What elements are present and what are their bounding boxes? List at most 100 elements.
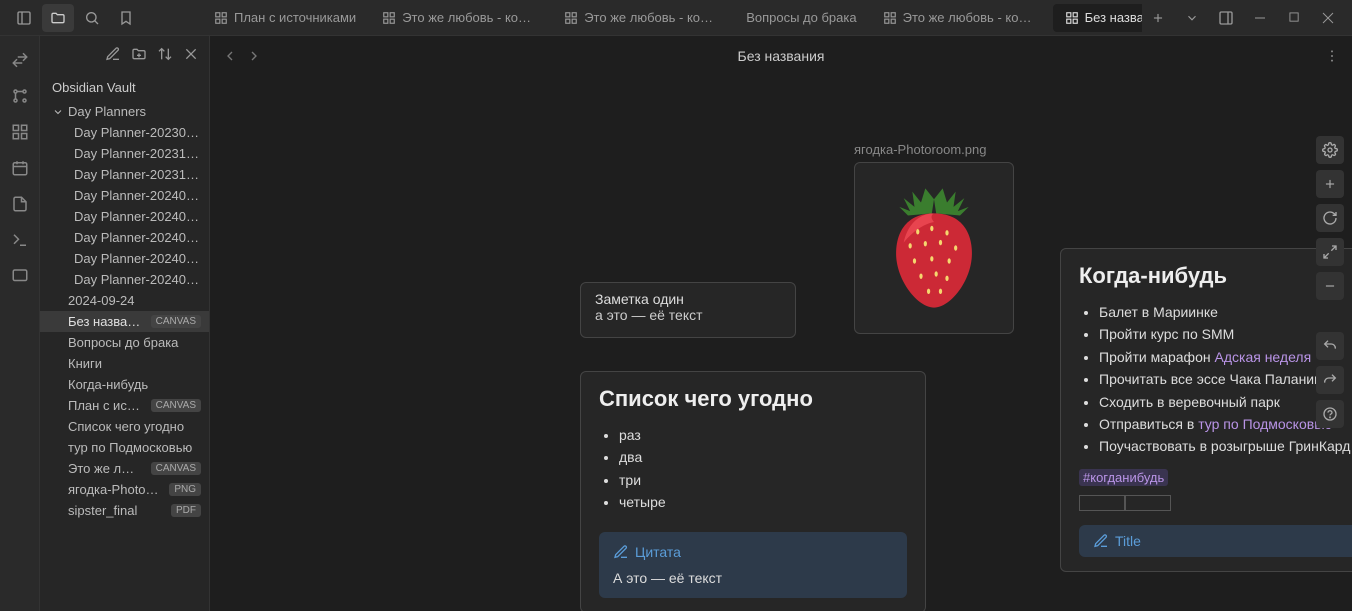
tab[interactable]: Это же любовь - консп… xyxy=(552,4,732,32)
bookmark-icon[interactable] xyxy=(110,4,142,32)
file-item[interactable]: Day Planner-202309… xyxy=(40,122,209,143)
file-item[interactable]: ягодка-PhotoroomPNG xyxy=(40,479,209,500)
file-item[interactable]: Список чего угодно xyxy=(40,416,209,437)
vault-name[interactable]: Obsidian Vault xyxy=(40,74,209,101)
list-card-title: Список чего угодно xyxy=(599,386,907,412)
image-card[interactable] xyxy=(854,162,1014,334)
tab-label: Вопросы до брака xyxy=(746,10,856,25)
list-item: раз xyxy=(619,424,907,446)
tab[interactable]: Это же любовь - консп… xyxy=(370,4,550,32)
file-item[interactable]: Day Planner-202409… xyxy=(40,248,209,269)
someday-card[interactable]: Когда-нибудь Когда-нибудь Балет в Мариин… xyxy=(1060,248,1352,572)
tab-label: Без названия xyxy=(1085,10,1142,25)
tag[interactable]: #когданибудь xyxy=(1079,469,1168,486)
graph-icon[interactable] xyxy=(4,80,36,112)
left-panel-toggle-icon[interactable] xyxy=(8,4,40,32)
mini-table xyxy=(1079,495,1352,511)
image-card-label: ягодка-Photoroom.png xyxy=(854,142,986,157)
tab-label: Это же любовь - консп… xyxy=(584,10,720,25)
tab-label: Это же любовь - консп… xyxy=(903,10,1039,25)
new-folder-icon[interactable] xyxy=(131,46,149,64)
list-card[interactable]: Список чего угодно Список чего угодно ра… xyxy=(580,371,926,611)
internal-link[interactable]: Адская неделя xyxy=(1215,349,1312,365)
file-item[interactable]: Вопросы до брака xyxy=(40,332,209,353)
file-badge: CANVAS xyxy=(151,399,201,412)
folder-item[interactable]: Day Planners xyxy=(40,101,209,122)
note-line2: а это — её текст xyxy=(595,307,781,323)
maximize-icon[interactable] xyxy=(1278,4,1310,32)
fit-icon[interactable] xyxy=(1316,238,1344,266)
new-note-icon[interactable] xyxy=(105,46,123,64)
file-item[interactable]: Когда-нибудь xyxy=(40,374,209,395)
zoom-in-icon[interactable] xyxy=(1316,170,1344,198)
file-item[interactable]: sipster_finalPDF xyxy=(40,500,209,521)
tab-label: План с источниками xyxy=(234,10,356,25)
file-item[interactable]: Day Planner-202401… xyxy=(40,206,209,227)
pencil-icon xyxy=(1093,533,1109,549)
list-item: Отправиться в тур по Подмосковью xyxy=(1099,413,1352,435)
file-item[interactable]: тур по Подмосковью xyxy=(40,437,209,458)
list-item: три xyxy=(619,469,907,491)
minimize-icon[interactable] xyxy=(1244,4,1276,32)
chevron-down-icon[interactable] xyxy=(1176,4,1208,32)
right-panel-toggle-icon[interactable] xyxy=(1210,4,1242,32)
quick-switcher-icon[interactable] xyxy=(4,44,36,76)
title-callout: Title xyxy=(1079,525,1352,557)
page-title: Без названия xyxy=(738,48,825,64)
file-item[interactable]: 2024-09-24 xyxy=(40,290,209,311)
close-window-icon[interactable] xyxy=(1312,4,1344,32)
file-item[interactable]: План с источ…CANVAS xyxy=(40,395,209,416)
canvas-icon[interactable] xyxy=(4,116,36,148)
list-item: Пройти марафон Адская неделя xyxy=(1099,346,1352,368)
list-item: Прочитать все эссе Чака Паланика xyxy=(1099,368,1352,390)
file-item[interactable]: Это же любо…CANVAS xyxy=(40,458,209,479)
tab[interactable]: Это же любовь - консп… xyxy=(871,4,1051,32)
canvas-icon xyxy=(564,11,578,25)
file-item[interactable]: Day Planner-202404… xyxy=(40,227,209,248)
file-item[interactable]: Без названияCANVAS xyxy=(40,311,209,332)
file-badge: CANVAS xyxy=(151,462,201,475)
quote-callout: Цитата А это — её текст xyxy=(599,532,907,598)
templates-icon[interactable] xyxy=(4,188,36,220)
internal-link[interactable]: тур по Подмосковью xyxy=(1198,416,1332,432)
canvas-icon xyxy=(214,11,228,25)
file-item[interactable]: Day Planner-202310… xyxy=(40,143,209,164)
canvas-icon xyxy=(1065,11,1079,25)
pencil-icon xyxy=(613,544,629,560)
file-item[interactable]: Книги xyxy=(40,353,209,374)
more-icon[interactable] xyxy=(1324,48,1340,64)
tab[interactable]: Без названия xyxy=(1053,4,1142,32)
note-card[interactable]: Заметка один а это — её текст xyxy=(580,282,796,338)
sort-icon[interactable] xyxy=(157,46,175,64)
someday-card-title: Когда-нибудь xyxy=(1079,263,1352,289)
file-item[interactable]: Day Planner-202401… xyxy=(40,185,209,206)
file-item[interactable]: Day Planner-202310… xyxy=(40,164,209,185)
command-icon[interactable] xyxy=(4,224,36,256)
slides-icon[interactable] xyxy=(4,260,36,292)
forward-icon[interactable] xyxy=(246,48,262,64)
file-badge: PDF xyxy=(171,504,201,517)
list-item: Поучаствовать в розыгрыше ГринКард xyxy=(1099,435,1352,457)
reset-zoom-icon[interactable] xyxy=(1316,204,1344,232)
settings-icon[interactable] xyxy=(1316,136,1344,164)
list-item: Пройти курс по SMM xyxy=(1099,323,1352,345)
undo-icon[interactable] xyxy=(1316,332,1344,360)
files-icon[interactable] xyxy=(42,4,74,32)
zoom-out-icon[interactable] xyxy=(1316,272,1344,300)
back-icon[interactable] xyxy=(222,48,238,64)
note-line1: Заметка один xyxy=(595,291,781,307)
collapse-icon[interactable] xyxy=(183,46,201,64)
canvas-icon xyxy=(382,11,396,25)
help-icon[interactable] xyxy=(1316,400,1344,428)
list-item: Сходить в веревочный парк xyxy=(1099,391,1352,413)
file-badge: CANVAS xyxy=(151,315,201,328)
file-item[interactable]: Day Planner-202409… xyxy=(40,269,209,290)
new-tab-icon[interactable] xyxy=(1142,4,1174,32)
tab[interactable]: План с источниками xyxy=(202,4,368,32)
file-badge: PNG xyxy=(169,483,201,496)
tab[interactable]: Вопросы до брака xyxy=(734,4,868,32)
list-item: два xyxy=(619,446,907,468)
redo-icon[interactable] xyxy=(1316,366,1344,394)
daily-note-icon[interactable] xyxy=(4,152,36,184)
search-icon[interactable] xyxy=(76,4,108,32)
